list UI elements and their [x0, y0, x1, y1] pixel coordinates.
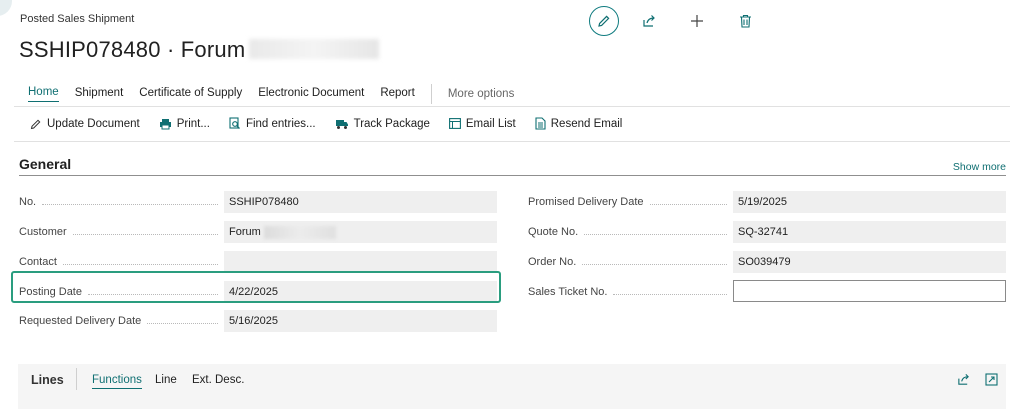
update-document-label: Update Document	[47, 117, 140, 130]
field-label-requested-delivery-date: Requested Delivery Date	[19, 315, 224, 327]
printer-icon	[159, 118, 171, 129]
section-divider	[19, 175, 1006, 176]
email-list-button[interactable]: Email List	[448, 117, 516, 130]
posting-date-highlight	[11, 271, 501, 303]
update-document-button[interactable]: Update Document	[30, 118, 140, 130]
find-entries-icon	[229, 117, 240, 129]
tab-certificate-of-supply[interactable]: Certificate of Supply	[139, 87, 242, 102]
app-avatar	[0, 0, 12, 16]
lines-share-button[interactable]	[957, 373, 970, 391]
print-button[interactable]: Print...	[159, 118, 210, 130]
expand-icon	[985, 373, 998, 386]
find-entries-button[interactable]: Find entries...	[229, 117, 316, 130]
field-label-quote-no: Quote No.	[528, 226, 733, 238]
track-package-button[interactable]: Track Package	[335, 118, 430, 130]
field-label-customer: Customer	[19, 226, 224, 238]
track-package-label: Track Package	[353, 117, 430, 130]
show-more-link[interactable]: Show more	[953, 161, 1006, 173]
customer-field[interactable]: Forum	[224, 221, 497, 243]
redacted-customer	[263, 225, 336, 239]
general-section-title: General	[19, 156, 72, 172]
sales-ticket-no-input[interactable]	[733, 280, 1006, 302]
lines-tab-line[interactable]: Line	[155, 374, 177, 386]
field-label-contact: Contact	[19, 256, 224, 268]
print-label: Print...	[176, 117, 210, 130]
find-entries-label: Find entries...	[245, 117, 316, 130]
quote-no-field[interactable]: SQ-32741	[733, 221, 1006, 243]
resend-email-label: Resend Email	[550, 117, 623, 130]
field-label-sales-ticket-no: Sales Ticket No.	[528, 286, 733, 298]
list-icon	[448, 118, 461, 129]
lines-tab-functions[interactable]: Functions	[92, 374, 142, 389]
lines-title: Lines	[31, 373, 64, 387]
page-title-text: SSHIP078480 · Forum	[19, 37, 246, 62]
page-actions	[589, 6, 759, 36]
tab-shipment[interactable]: Shipment	[75, 87, 124, 102]
field-label-order-no: Order No.	[528, 256, 733, 268]
share-button[interactable]	[635, 7, 663, 35]
truck-icon	[335, 119, 348, 129]
edit-button[interactable]	[589, 6, 619, 36]
lines-tab-ext-desc[interactable]: Ext. Desc.	[192, 374, 244, 386]
order-no-field[interactable]: SO039479	[733, 251, 1006, 273]
divider	[14, 106, 1010, 107]
more-options-button[interactable]: More options	[448, 88, 514, 100]
trash-icon	[739, 14, 751, 28]
action-bar-tabs: Home Shipment Certificate of Supply Elec…	[28, 84, 514, 104]
tab-electronic-document[interactable]: Electronic Document	[258, 87, 364, 102]
email-list-label: Email List	[465, 117, 516, 130]
share-icon	[958, 373, 969, 385]
delete-button[interactable]	[731, 7, 759, 35]
breadcrumb: Posted Sales Shipment	[20, 13, 135, 25]
divider	[14, 141, 1010, 142]
pencil-icon	[598, 15, 610, 27]
plus-icon	[691, 15, 703, 27]
lines-divider	[76, 368, 77, 390]
field-label-no: No.	[19, 196, 224, 208]
share-icon	[643, 15, 655, 27]
no-field[interactable]: SSHIP078480	[224, 191, 497, 213]
pencil-icon	[30, 119, 41, 129]
requested-delivery-date-field[interactable]: 5/16/2025	[224, 310, 497, 332]
contact-field[interactable]	[224, 251, 497, 273]
tab-home[interactable]: Home	[28, 86, 59, 102]
tab-report[interactable]: Report	[380, 87, 415, 102]
document-icon	[535, 117, 546, 130]
promised-delivery-date-field[interactable]: 5/19/2025	[733, 191, 1006, 213]
lines-panel	[18, 364, 1006, 409]
new-button[interactable]	[683, 7, 711, 35]
lines-expand-button[interactable]	[985, 373, 998, 391]
redacted-name	[249, 39, 380, 59]
page-title: SSHIP078480 · Forum	[19, 37, 380, 63]
tab-divider	[430, 84, 432, 104]
resend-email-button[interactable]: Resend Email	[535, 117, 623, 130]
field-label-promised-delivery-date: Promised Delivery Date	[528, 196, 733, 208]
home-actions: Update Document Print... Find entries...…	[30, 117, 641, 130]
